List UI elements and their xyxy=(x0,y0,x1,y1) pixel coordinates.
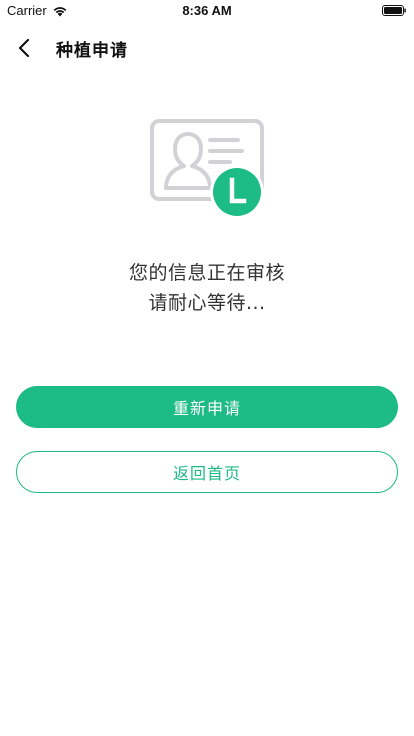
id-card-pending-icon xyxy=(150,119,264,219)
back-button[interactable] xyxy=(10,33,38,63)
page-title: 种植申请 xyxy=(56,41,128,61)
reapply-button-label: 重新申请 xyxy=(172,399,241,418)
battery-icon xyxy=(382,5,406,16)
review-status-message: 您的信息正在审核 请耐心等待... xyxy=(0,258,414,318)
status-time: 8:36 AM xyxy=(182,3,232,18)
status-bar: Carrier 8:36 AM xyxy=(0,0,414,22)
message-line-2: 请耐心等待... xyxy=(148,292,266,314)
chevron-left-icon xyxy=(18,38,30,58)
reapply-button[interactable]: 重新申请 xyxy=(16,386,398,428)
back-to-home-button[interactable]: 返回首页 xyxy=(16,451,398,493)
clock-icon xyxy=(210,165,264,219)
navigation-bar: 种植申请 xyxy=(0,24,414,72)
message-line-1: 您的信息正在审核 xyxy=(128,262,285,284)
back-to-home-button-label: 返回首页 xyxy=(172,464,241,483)
